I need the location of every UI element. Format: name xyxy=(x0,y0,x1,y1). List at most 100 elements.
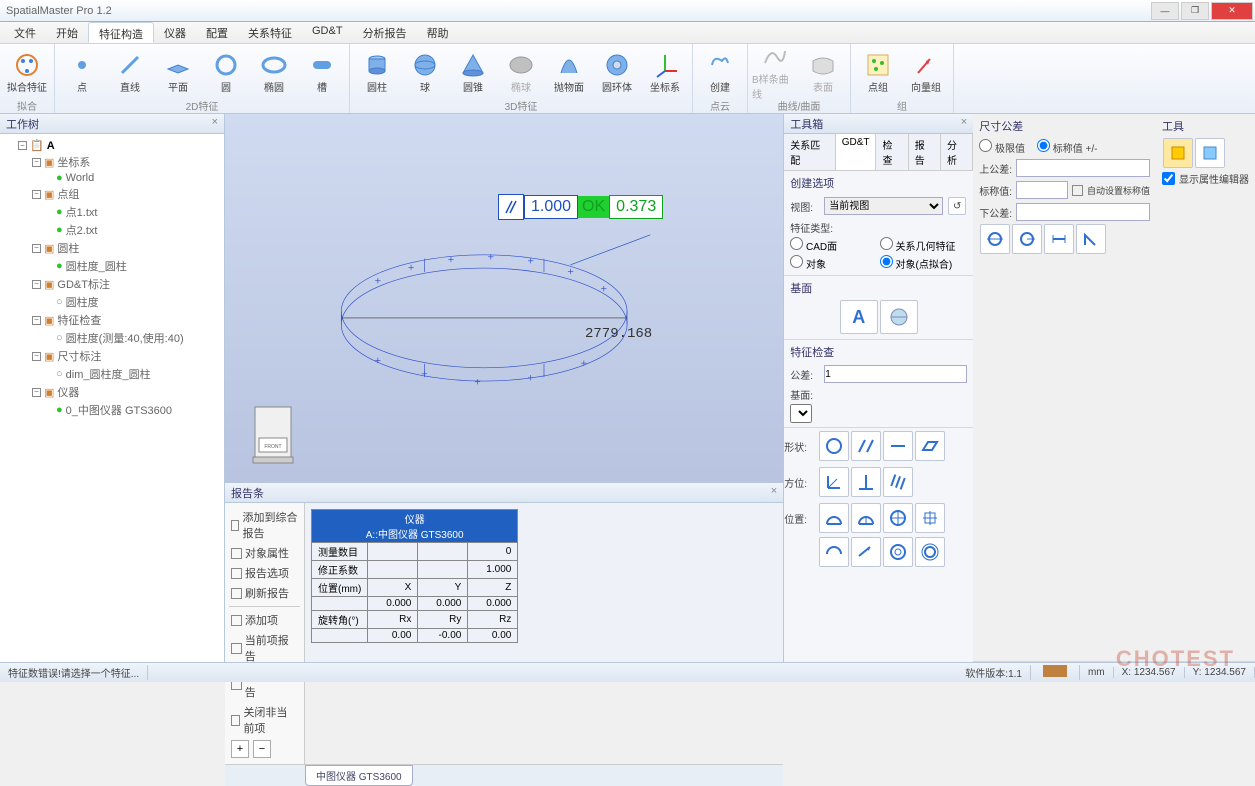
dimbtns-2[interactable] xyxy=(1044,224,1074,254)
ribbon-cyl[interactable]: 圆柱 xyxy=(354,46,400,98)
orientbtns-2[interactable] xyxy=(883,467,913,497)
posbtns-0[interactable] xyxy=(819,503,849,533)
ribbon-cloud[interactable]: 创建 xyxy=(697,46,743,98)
close-button[interactable]: ✕ xyxy=(1211,2,1253,20)
minimize-button[interactable]: — xyxy=(1151,2,1179,20)
tree-toggle[interactable]: − xyxy=(32,352,41,361)
shapebtns-3[interactable] xyxy=(915,431,945,461)
worktree[interactable]: − 📋 A− ▣ 坐标系● World− ▣ 点组● 点1.txt● 点2.tx… xyxy=(0,134,224,662)
shapebtns-0[interactable] xyxy=(819,431,849,461)
report-opt[interactable]: 刷新报告 xyxy=(229,583,300,603)
tree-toggle[interactable]: − xyxy=(32,190,41,199)
ribbon-pgrp[interactable]: 点组 xyxy=(855,46,901,98)
menu-7[interactable]: 分析报告 xyxy=(353,22,417,43)
tree-toggle[interactable]: − xyxy=(32,158,41,167)
remove-button[interactable]: − xyxy=(253,740,271,758)
tree-toggle[interactable]: − xyxy=(32,388,41,397)
menu-4[interactable]: 配置 xyxy=(196,22,238,43)
toolbox-tab-2[interactable]: 检查 xyxy=(876,134,908,170)
dimbtns-1[interactable] xyxy=(1012,224,1042,254)
menu-6[interactable]: GD&T xyxy=(302,22,353,43)
report-tab[interactable]: 中图仪器 GTS3600 xyxy=(305,765,413,786)
tool-btn-1[interactable] xyxy=(1163,138,1193,168)
datum-letter-button[interactable]: A xyxy=(840,300,878,334)
menu-0[interactable]: 文件 xyxy=(4,22,46,43)
shapebtns-2[interactable] xyxy=(883,431,913,461)
orientbtns-1[interactable] xyxy=(851,467,881,497)
show-editor-checkbox[interactable] xyxy=(1162,172,1175,185)
tree-item[interactable]: 圆柱度_圆柱 xyxy=(66,258,127,274)
report-opt[interactable]: 关闭非当前项 xyxy=(229,702,300,738)
menu-2[interactable]: 特征构造 xyxy=(88,22,154,43)
ribbon-line[interactable]: 直线 xyxy=(107,46,153,98)
posbtns2-0[interactable] xyxy=(819,537,849,567)
toolbox-tab-3[interactable]: 报告 xyxy=(909,134,941,170)
ribbon-parab[interactable]: 抛物面 xyxy=(546,46,592,98)
gdt-callout[interactable]: 1.000 OK 0.373 xyxy=(498,194,663,220)
posbtns2-1[interactable] xyxy=(851,537,881,567)
tool-btn-2[interactable] xyxy=(1195,138,1225,168)
nominal-input[interactable] xyxy=(1016,181,1068,199)
tree-toggle[interactable]: − xyxy=(32,280,41,289)
dimbtns-3[interactable] xyxy=(1076,224,1106,254)
lower-tol-input[interactable] xyxy=(1016,203,1150,221)
tree-item[interactable]: World xyxy=(66,172,95,184)
type-radio[interactable]: CAD面 xyxy=(790,237,878,253)
dimtol-radio[interactable]: 极限值 xyxy=(979,139,1025,155)
ribbon-pt[interactable]: 点 xyxy=(59,46,105,98)
orientbtns-0[interactable] xyxy=(819,467,849,497)
tree-item[interactable]: 0_中图仪器 GTS3600 xyxy=(66,402,172,418)
menu-8[interactable]: 帮助 xyxy=(417,22,459,43)
menu-3[interactable]: 仪器 xyxy=(154,22,196,43)
posbtns-2[interactable] xyxy=(883,503,913,533)
dimbtns-0[interactable] xyxy=(980,224,1010,254)
type-radio[interactable]: 对象(点拟合) xyxy=(880,255,968,271)
view-select[interactable]: 当前视图 xyxy=(824,197,943,215)
datum-select[interactable] xyxy=(790,404,812,423)
toolbox-tab-4[interactable]: 分析 xyxy=(941,134,973,170)
upper-tol-input[interactable] xyxy=(1016,159,1150,177)
report-opt[interactable]: 添加到综合报告 xyxy=(229,507,300,543)
ribbon-csys[interactable]: 坐标系 xyxy=(642,46,688,98)
ribbon-slot[interactable]: 槽 xyxy=(299,46,345,98)
tree-item[interactable]: 点2.txt xyxy=(66,222,98,238)
type-radio[interactable]: 关系几何特征 xyxy=(880,237,968,253)
worktree-close-icon[interactable]: × xyxy=(212,116,218,131)
ribbon-circ[interactable]: 圆 xyxy=(203,46,249,98)
add-button[interactable]: + xyxy=(231,740,249,758)
posbtns-3[interactable] xyxy=(915,503,945,533)
tree-item[interactable]: dim_圆柱度_圆柱 xyxy=(66,366,151,382)
ribbon-vgrp[interactable]: 向量组 xyxy=(903,46,949,98)
ribbon-plane[interactable]: 平面 xyxy=(155,46,201,98)
report-opt[interactable]: 对象属性 xyxy=(229,543,300,563)
toolbox-tab-0[interactable]: 关系匹配 xyxy=(784,134,835,170)
viewport-3d[interactable]: 2779.168 1.000 OK 0.373 FRONT xyxy=(225,114,783,482)
report-opt[interactable]: 添加项 xyxy=(229,610,300,630)
auto-nominal-checkbox[interactable] xyxy=(1072,185,1083,196)
dimtol-radio[interactable]: 标称值 +/- xyxy=(1037,139,1098,155)
tree-toggle[interactable]: − xyxy=(32,316,41,325)
shapebtns-1[interactable] xyxy=(851,431,881,461)
tolerance-input[interactable] xyxy=(824,365,967,383)
report-opt[interactable]: 报告选项 xyxy=(229,563,300,583)
posbtns-1[interactable] xyxy=(851,503,881,533)
posbtns2-3[interactable] xyxy=(915,537,945,567)
ribbon-fit[interactable]: 拟合特征 xyxy=(4,46,50,98)
maximize-button[interactable]: ❐ xyxy=(1181,2,1209,20)
tree-item[interactable]: 圆柱度 xyxy=(66,294,99,310)
ribbon-cone[interactable]: 圆锥 xyxy=(450,46,496,98)
ribbon-sph[interactable]: 球 xyxy=(402,46,448,98)
toolbox-tab-1[interactable]: GD&T xyxy=(836,134,877,170)
tree-item[interactable]: 圆柱度(测量:40,使用:40) xyxy=(66,330,184,346)
ribbon-torus[interactable]: 圆环体 xyxy=(594,46,640,98)
datum-target-button[interactable] xyxy=(880,300,918,334)
menu-5[interactable]: 关系特征 xyxy=(238,22,302,43)
tree-item[interactable]: 点1.txt xyxy=(66,204,98,220)
ribbon-ellip[interactable]: 椭圆 xyxy=(251,46,297,98)
view-reset-button[interactable]: ↺ xyxy=(948,197,966,215)
posbtns2-2[interactable] xyxy=(883,537,913,567)
tree-toggle[interactable]: − xyxy=(32,244,41,253)
report-opt[interactable]: 当前项报告 xyxy=(229,630,300,666)
type-radio[interactable]: 对象 xyxy=(790,255,878,271)
toolbox-close-icon[interactable]: × xyxy=(961,116,967,131)
